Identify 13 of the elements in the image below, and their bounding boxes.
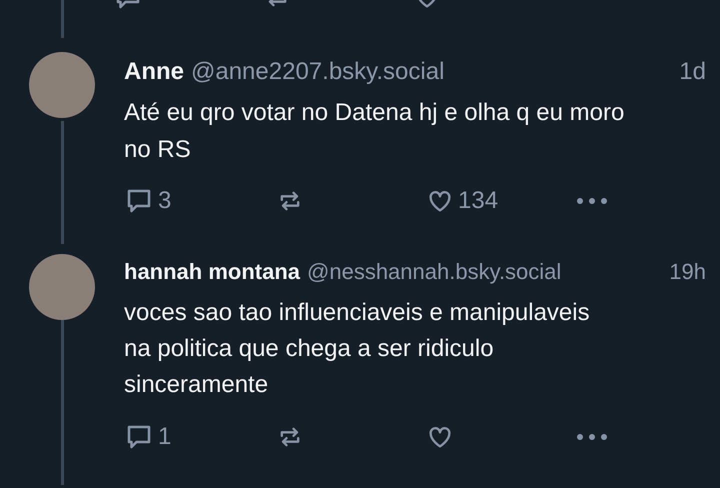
post-text: voces sao tao influenciaveis e manipulaveis na politica que chega a ser ridiculo sinceramente — [124, 298, 591, 400]
reply-count: 1 — [158, 423, 172, 451]
author-name[interactable]: hannah montana — [124, 259, 300, 285]
post-text: Até eu qro votar no Datena hj e olha q eu moro no RS — [124, 98, 626, 165]
author-handle[interactable]: @nesshannah.bsky.social — [307, 259, 562, 285]
author-handle[interactable]: @anne2207.bsky.social — [191, 58, 444, 86]
like-count: 134 — [458, 187, 498, 215]
author-name[interactable]: Anne — [124, 58, 184, 86]
post-time: 19h — [669, 259, 706, 285]
more-icon[interactable] — [576, 433, 608, 441]
post-time: 1d — [679, 58, 706, 86]
more-icon[interactable] — [576, 197, 608, 205]
reply-count: 3 — [158, 187, 172, 215]
